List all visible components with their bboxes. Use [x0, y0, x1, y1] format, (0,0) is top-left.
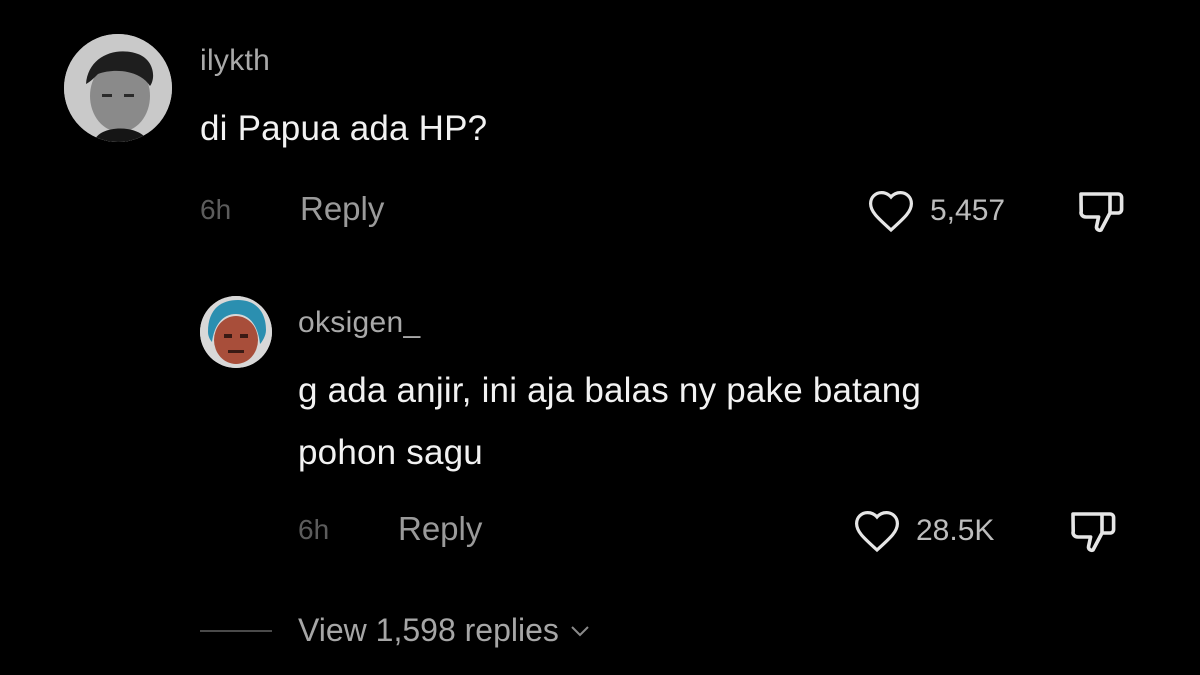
comment-text: di Papua ada HP? [200, 109, 488, 148]
dislike-button[interactable] [1076, 187, 1128, 240]
reply-username[interactable]: oksigen_ [298, 306, 421, 340]
reply-text-line-2: pohon sagu [298, 433, 483, 472]
thumbs-down-icon [1071, 512, 1116, 553]
divider-line [200, 629, 272, 632]
avatar-photo [200, 296, 272, 368]
reply-button[interactable]: Reply [300, 190, 384, 228]
like-button[interactable]: 5,457 [866, 189, 1005, 233]
dislike-button[interactable] [1068, 507, 1120, 560]
reply-timestamp: 6h [298, 514, 330, 545]
like-count: 5,457 [930, 194, 1006, 227]
avatar-ilykth[interactable] [64, 34, 172, 142]
avatar-oksigen[interactable] [200, 296, 272, 368]
heart-outline-icon [868, 190, 914, 233]
heart-outline-icon [854, 510, 900, 553]
like-count: 28.5K [916, 514, 995, 547]
comment-username[interactable]: ilykth [200, 44, 270, 78]
view-replies-label: View 1,598 replies [298, 612, 559, 648]
reply-button[interactable]: Reply [398, 510, 482, 548]
like-button[interactable]: 28.5K [852, 509, 994, 553]
view-replies-button[interactable]: View 1,598 replies [200, 612, 591, 649]
thumbs-down-icon [1079, 192, 1124, 233]
avatar-photo [64, 34, 172, 142]
reply-text-line-1: g ada anjir, ini aja balas ny pake batan… [298, 371, 922, 410]
chevron-down-icon [571, 625, 589, 636]
comment-timestamp: 6h [200, 194, 232, 225]
